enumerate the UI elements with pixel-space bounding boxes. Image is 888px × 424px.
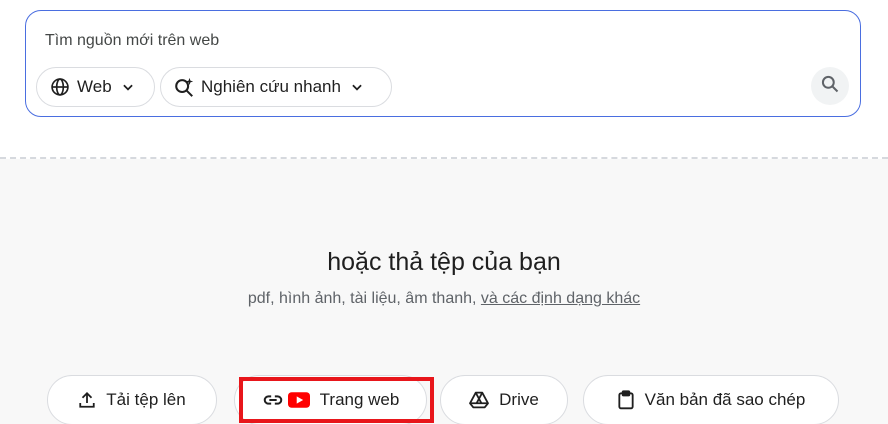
search-panel: Web Nghiên cứu nhanh bbox=[0, 0, 888, 158]
link-icon bbox=[262, 389, 284, 411]
more-formats-link[interactable]: và các định dạng khác bbox=[481, 290, 640, 307]
copied-text-source-label: Văn bản đã sao chép bbox=[644, 390, 806, 409]
youtube-icon bbox=[287, 392, 310, 408]
website-source-label: Trang web bbox=[319, 390, 400, 409]
research-mode-dropdown[interactable]: Nghiên cứu nhanh bbox=[160, 67, 392, 107]
search-button[interactable] bbox=[811, 67, 849, 105]
supported-formats-text: pdf, hình ảnh, tài liệu, âm thanh, bbox=[247, 290, 481, 307]
chevron-down-icon bbox=[120, 79, 136, 95]
upload-icon bbox=[78, 391, 96, 409]
drive-icon bbox=[469, 391, 490, 409]
drive-source-label: Drive bbox=[499, 390, 539, 409]
copied-text-source-button[interactable]: Văn bản đã sao chép bbox=[583, 375, 839, 424]
clipboard-icon bbox=[617, 390, 635, 410]
chevron-down-icon bbox=[349, 79, 365, 95]
research-chip-label: Nghiên cứu nhanh bbox=[201, 77, 341, 96]
search-icon bbox=[820, 74, 840, 99]
drive-source-button[interactable]: Drive bbox=[440, 375, 568, 424]
website-source-button[interactable]: Trang web bbox=[234, 375, 427, 424]
web-chip-label: Web bbox=[77, 77, 112, 96]
sparkle-search-icon bbox=[173, 76, 195, 98]
search-box: Web Nghiên cứu nhanh bbox=[25, 10, 861, 117]
drop-zone-subtitle: pdf, hình ảnh, tài liệu, âm thanh, và cá… bbox=[0, 290, 888, 308]
upload-files-label: Tải tệp lên bbox=[106, 390, 186, 409]
search-input[interactable] bbox=[45, 29, 745, 53]
drop-zone-title: hoặc thả tệp của bạn bbox=[327, 248, 561, 276]
web-source-dropdown[interactable]: Web bbox=[36, 67, 155, 107]
upload-files-button[interactable]: Tải tệp lên bbox=[47, 375, 217, 424]
globe-icon bbox=[49, 76, 71, 98]
